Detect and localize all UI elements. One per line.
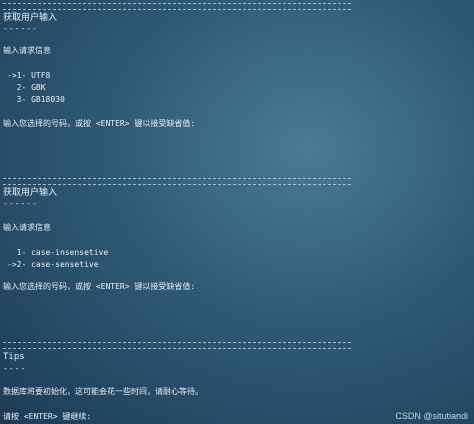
input-prompt[interactable]: 输入您选择的号码，或按 <ENTER> 键以接受缺省值: (3, 282, 195, 292)
continue-prompt[interactable]: 请按 <ENTER> 键继续: (3, 412, 91, 422)
title-underline: ---- (3, 364, 27, 373)
separator-line (3, 3, 351, 10)
option-item: 1- case-insensetive (7, 248, 109, 257)
option-item: ->1- UTF8 (7, 71, 51, 80)
section-title: Tips (3, 352, 25, 362)
terminal-window: 获取用户输入 ------ 输入请求信息 ->1- UTF8 2- GBK 3-… (0, 0, 474, 424)
section-title: 获取用户输入 (3, 13, 58, 23)
request-prompt: 输入请求信息 (3, 223, 51, 232)
title-underline: ------ (3, 24, 38, 33)
option-item: 2- GBK (7, 83, 46, 92)
section-title: 获取用户输入 (3, 188, 58, 198)
separator-line (3, 178, 351, 185)
option-item: ->2- case-sensetive (7, 260, 99, 269)
title-underline: ------ (3, 199, 38, 208)
option-item: 3- GB18030 (7, 95, 65, 104)
input-prompt[interactable]: 输入您选择的号码，或按 <ENTER> 键以接受缺省值: (3, 119, 195, 129)
watermark-text: CSDN @situtiandi (395, 411, 468, 421)
separator-line (3, 342, 351, 349)
request-prompt: 输入请求信息 (3, 46, 51, 55)
info-message: 数据库将要初始化，这可能会花一些时间，请耐心等待。 (3, 387, 203, 396)
